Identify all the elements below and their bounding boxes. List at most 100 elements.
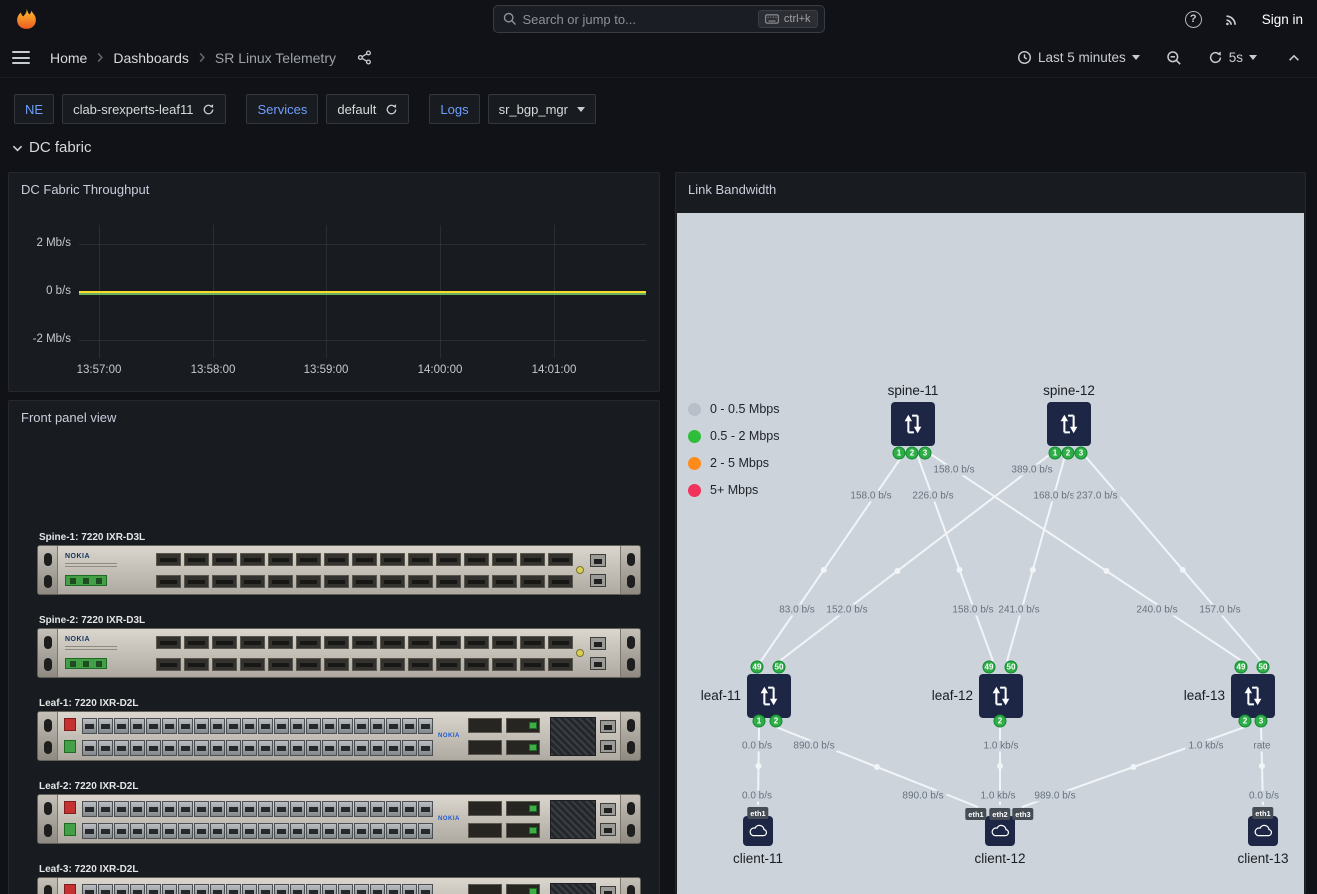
breadcrumb-home[interactable]: Home [50, 50, 87, 66]
sfp-port [146, 740, 161, 756]
qsfp-port [184, 553, 209, 566]
node-client-12[interactable] [985, 816, 1015, 846]
edge-line[interactable] [761, 449, 907, 661]
port-badge: 1 [1049, 447, 1062, 460]
qsfp-port [506, 740, 540, 755]
port-slot [373, 890, 382, 894]
port-slot [216, 558, 233, 562]
sfp-port [258, 884, 273, 894]
news-rss-icon[interactable] [1220, 7, 1244, 31]
port-slot [101, 829, 110, 834]
edge-line[interactable] [1079, 449, 1261, 661]
port-slot [373, 807, 382, 812]
row-dc-fabric[interactable]: DC fabric [12, 139, 92, 156]
qsfp-port [492, 553, 517, 566]
port-slot [244, 580, 261, 584]
var-value-ne[interactable]: clab-srexperts-leaf11 [62, 94, 226, 124]
qsfp-port [324, 553, 349, 566]
port-slot [325, 890, 334, 894]
port-slot [341, 807, 350, 812]
sfp-port [258, 801, 273, 817]
sfp-port [178, 740, 193, 756]
sfp-port [274, 718, 289, 734]
panel-title[interactable]: Front panel view [21, 410, 116, 425]
qsfp-port [324, 636, 349, 649]
edge-marker [874, 764, 880, 770]
interface-badge: eth1 [747, 807, 768, 819]
zoom-out-icon[interactable] [1162, 46, 1186, 70]
chevron-down-icon [1132, 55, 1140, 60]
time-range-picker[interactable]: Last 5 minutes [1011, 46, 1146, 69]
edge-line[interactable] [923, 449, 1245, 663]
menu-toggle-icon[interactable] [12, 51, 30, 64]
rack-ear-hole [44, 658, 52, 671]
node-graph-canvas[interactable]: 0 - 0.5 Mbps0.5 - 2 Mbps2 - 5 Mbps5+ Mbp… [677, 213, 1304, 894]
node-leaf-12[interactable] [979, 674, 1023, 718]
search-input[interactable] [523, 12, 752, 27]
series-line [79, 293, 646, 295]
port-slot [245, 807, 254, 812]
grafana-logo[interactable] [14, 7, 39, 32]
port-slot [165, 807, 174, 812]
node-leaf-13[interactable] [1231, 674, 1275, 718]
qsfp-port [506, 801, 540, 816]
port-badge: 49 [1235, 661, 1248, 674]
series-line [79, 291, 646, 293]
node-client-11[interactable] [743, 816, 773, 846]
sfp-port [418, 884, 433, 894]
port-slot [552, 580, 569, 584]
node-spine-11[interactable] [891, 402, 935, 446]
sfp-port [178, 718, 193, 734]
collapse-toolbar-icon[interactable] [1283, 48, 1305, 68]
port-slot [524, 580, 541, 584]
panel-title[interactable]: Link Bandwidth [688, 182, 776, 197]
edge-marker [1104, 568, 1110, 574]
var-value-logs[interactable]: sr_bgp_mgr [488, 94, 596, 124]
port-slot [213, 807, 222, 812]
rack-ear-hole [44, 553, 52, 566]
port-slot [277, 890, 286, 894]
panel-title[interactable]: DC Fabric Throughput [21, 182, 149, 197]
port-slot [357, 746, 366, 751]
help-icon[interactable]: ? [1185, 11, 1202, 28]
edge-rate-label: 989.0 b/s [1031, 791, 1078, 802]
refresh-icon[interactable] [202, 103, 215, 116]
qsfp-port [240, 575, 265, 588]
sfp-port [338, 718, 353, 734]
refresh-icon[interactable] [385, 103, 398, 116]
sfp-port [242, 884, 257, 894]
edge-line[interactable] [915, 449, 993, 661]
port-slot [496, 663, 513, 667]
qsfp-port [408, 636, 433, 649]
var-value-services[interactable]: default [326, 94, 409, 124]
share-icon[interactable] [353, 46, 376, 69]
dashboard-toolbar: Home Dashboards SR Linux Telemetry [0, 38, 1317, 78]
sfp-port [146, 823, 161, 839]
port-slot [468, 558, 485, 562]
sfp-port [354, 801, 369, 817]
search-bar[interactable]: ctrl+k [493, 5, 825, 33]
mgmt-port [600, 823, 616, 836]
node-client-13[interactable] [1248, 816, 1278, 846]
qsfp-port [296, 553, 321, 566]
port-slot [229, 890, 238, 894]
sfp-port [306, 740, 321, 756]
breadcrumb-dashboards[interactable]: Dashboards [113, 50, 189, 66]
rack-ear [620, 795, 640, 843]
switch-row: Spine-1: 7220 IXR-D3LNOKIA [37, 532, 641, 595]
sign-in-link[interactable]: Sign in [1262, 12, 1303, 27]
faceplate-text-lines [65, 646, 117, 647]
sfp-port [82, 823, 97, 839]
refresh-picker[interactable]: 5s [1202, 46, 1263, 69]
port-slot [213, 829, 222, 834]
port-slot [373, 746, 382, 751]
sfp-port [226, 884, 241, 894]
qsfp-port [468, 884, 502, 894]
node-leaf-11[interactable] [747, 674, 791, 718]
node-spine-12[interactable] [1047, 402, 1091, 446]
breadcrumb: Home Dashboards SR Linux Telemetry [50, 46, 376, 69]
port-slot [328, 641, 345, 645]
edge-marker [1180, 567, 1186, 573]
port-slot [245, 724, 254, 729]
power-led [576, 649, 584, 657]
